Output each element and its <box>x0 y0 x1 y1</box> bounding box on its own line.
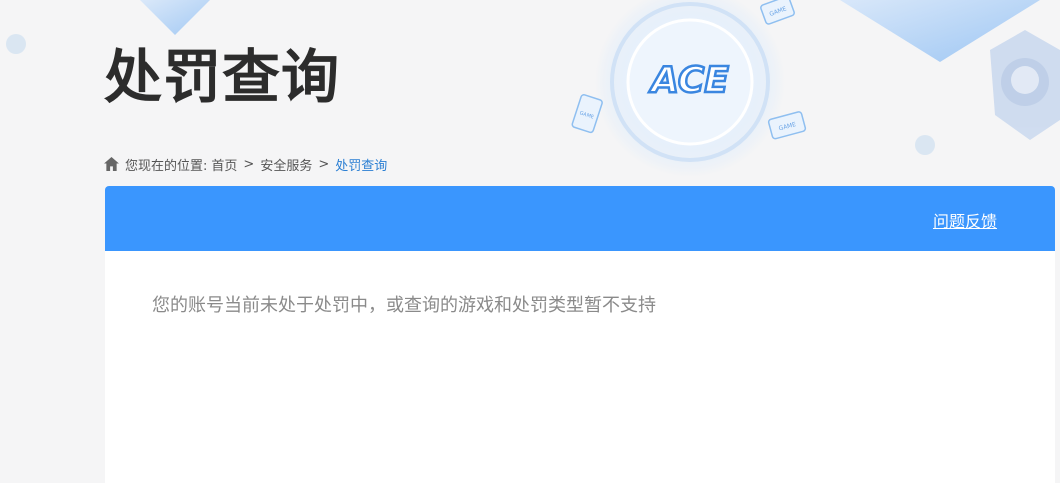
svg-text:GAME: GAME <box>778 121 797 132</box>
panel-header: 问题反馈 <box>105 186 1055 251</box>
breadcrumb-item-current: 处罚查询 <box>335 158 388 174</box>
breadcrumb-item-home[interactable]: 首页 <box>211 155 237 174</box>
page-title: 处罚查询 <box>104 43 341 111</box>
breadcrumb: 您现在的位置: 首页 > 安全服务 > 处罚查询 <box>104 154 387 174</box>
result-message: 您的账号当前未处于处罚中，或查询的游戏和处罚类型暂不支持 <box>152 295 656 316</box>
breadcrumb-prefix: 您现在的位置: <box>125 158 208 174</box>
home-icon <box>104 157 119 171</box>
svg-text:GAME: GAME <box>579 110 595 120</box>
svg-text:GAME: GAME <box>768 5 787 18</box>
breadcrumb-separator: > <box>243 156 255 172</box>
result-panel: 问题反馈 您的账号当前未处于处罚中，或查询的游戏和处罚类型暂不支持 <box>105 186 1055 483</box>
page: GAME GAME GAME ACE 处罚查询 您现在的位置: 首页 > 安全服… <box>0 0 1060 483</box>
ace-logo-text: ACE <box>648 60 729 101</box>
breadcrumb-item-security-services[interactable]: 安全服务 <box>260 155 312 174</box>
breadcrumb-separator: > <box>318 156 330 172</box>
feedback-link[interactable]: 问题反馈 <box>933 208 997 232</box>
ace-logo: ACE <box>647 59 731 102</box>
